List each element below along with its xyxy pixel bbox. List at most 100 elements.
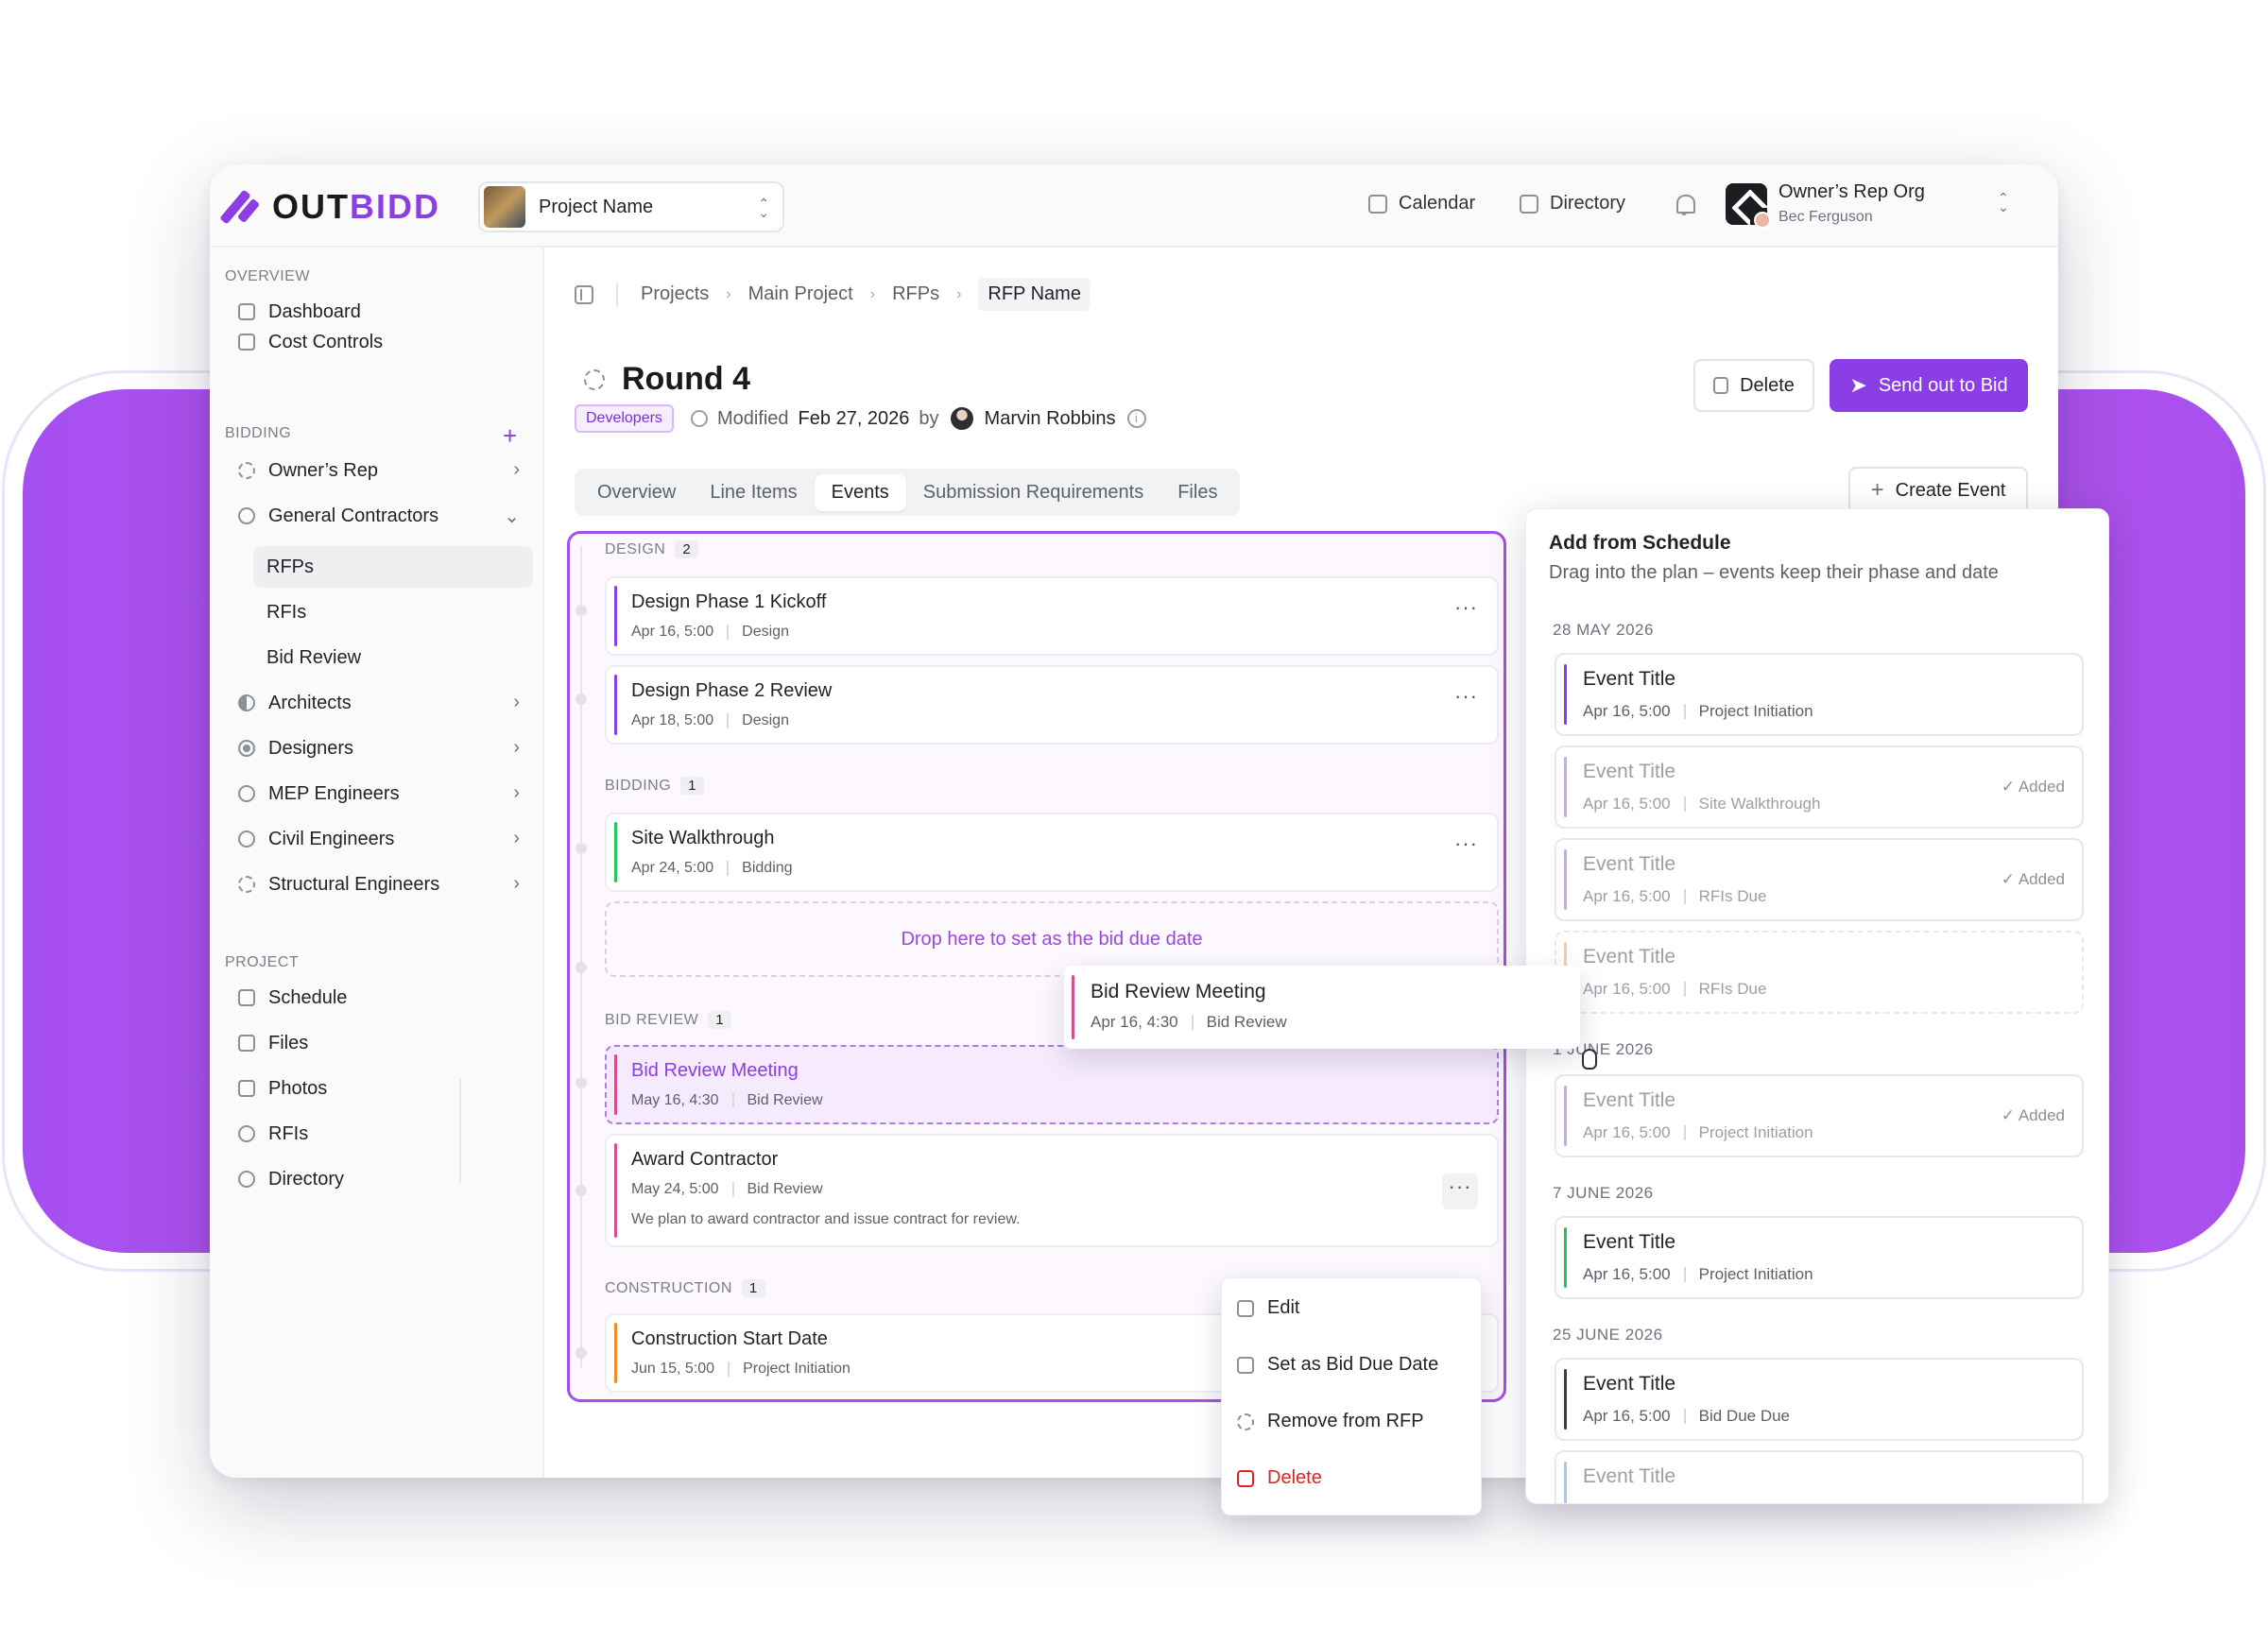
sidebar-item-mep-engineers[interactable]: MEP Engineers › (225, 773, 533, 814)
divider (1683, 796, 1686, 812)
send-out-to-bid-button[interactable]: ➤ Send out to Bid (1830, 359, 2028, 412)
add-icon[interactable]: + (503, 421, 517, 451)
sidebar-item-label: RFPs (266, 556, 314, 577)
context-menu: Edit Set as Bid Due Date Remove from RFP… (1221, 1277, 1482, 1516)
tab-overview[interactable]: Overview (580, 474, 693, 511)
logo[interactable]: OUTBIDD (219, 187, 440, 227)
event-card-award-contractor[interactable]: Award Contractor May 24, 5:00 Bid Review … (605, 1134, 1499, 1247)
event-meta: Jun 15, 5:00 Project Initiation (631, 1361, 850, 1378)
calendar-label: Calendar (1399, 193, 1476, 214)
tab-line-items[interactable]: Line Items (693, 474, 814, 511)
sidebar-item-architects[interactable]: Architects › (225, 682, 533, 724)
delete-button[interactable]: Delete (1693, 359, 1814, 412)
org-switcher[interactable]: Owner’s Rep Org Bec Ferguson (1726, 181, 1925, 229)
menu-label: Delete (1267, 1467, 1322, 1488)
sidebar-item-owners-rep[interactable]: Owner’s Rep › (225, 450, 533, 491)
added-label: Added (2018, 1106, 2065, 1124)
directory-link[interactable]: Directory (1520, 193, 1625, 214)
sidebar-item-general-contractors[interactable]: General Contractors ⌄ (225, 495, 533, 537)
event-meta: Apr 16, 5:00 Project Initiation (1583, 1123, 1813, 1142)
author-name: Marvin Robbins (984, 407, 1116, 429)
user-avatar (1754, 211, 1771, 229)
sidebar-item-rfps[interactable]: RFPs (253, 546, 533, 588)
sidebar-item-photos[interactable]: Photos (225, 1068, 533, 1109)
schedule-event-card[interactable]: Event Title Apr 16, 5:00 Bid Due Due (1555, 1358, 2084, 1441)
more-icon[interactable]: ··· (1442, 1173, 1478, 1209)
event-card-site-walkthrough[interactable]: Site Walkthrough Apr 24, 5:00 Bidding ··· (605, 813, 1499, 892)
menu-item-set-bid-due-date[interactable]: Set as Bid Due Date (1237, 1354, 1438, 1376)
breadcrumb-rfps[interactable]: RFPs (892, 283, 939, 305)
event-date: Apr 16, 5:00 (1583, 1265, 1671, 1283)
panel-title: Add from Schedule (1549, 532, 1731, 554)
section-heading-overview: OVERVIEW (225, 268, 310, 284)
sidebar-item-structural-engineers[interactable]: Structural Engineers › (225, 864, 533, 905)
divider (731, 1093, 734, 1108)
org-avatar (1726, 182, 1771, 229)
more-icon[interactable]: ··· (1454, 684, 1478, 709)
timeline-dot (576, 1347, 587, 1359)
menu-item-edit[interactable]: Edit (1237, 1297, 1299, 1319)
sidebar-item-designers[interactable]: Designers › (225, 728, 533, 769)
sidebar-item-cost-controls[interactable]: Cost Controls (225, 321, 533, 363)
delete-label: Delete (1740, 374, 1795, 396)
schedule-event-card[interactable]: Event Title Apr 16, 5:00 Project Initiati… (1555, 1216, 2084, 1299)
pencil-icon (1237, 1299, 1254, 1317)
file-icon (238, 1035, 255, 1052)
create-event-button[interactable]: + Create Event (1848, 467, 2028, 514)
event-meta: May 16, 4:30 Bid Review (631, 1092, 823, 1109)
event-meta: Apr 18, 5:00 Design (631, 712, 789, 729)
divider (1683, 1267, 1686, 1282)
event-phase: Bid Due Due (1698, 1407, 1791, 1425)
sidebar-item-label: RFIs (266, 601, 307, 623)
sidebar-item-civil-engineers[interactable]: Civil Engineers › (225, 818, 533, 860)
schedule-event-card-added[interactable]: Event Title Apr 16, 5:00 Project Initiati… (1555, 1074, 2084, 1157)
phase-label: BID REVIEW (605, 1011, 699, 1028)
divider (727, 861, 730, 876)
event-card-design-phase-2[interactable]: Design Phase 2 Review Apr 18, 5:00 Design… (605, 665, 1499, 745)
schedule-event-card[interactable]: Event Title (1555, 1450, 2084, 1503)
schedule-event-card-added[interactable]: Event Title Apr 16, 5:00 RFIs Due ✓ Added (1555, 838, 2084, 921)
bell-icon[interactable] (1675, 195, 1695, 215)
tab-events[interactable]: Events (814, 473, 906, 511)
tag-badge[interactable]: Developers (575, 404, 674, 433)
menu-item-delete[interactable]: Delete (1237, 1467, 1322, 1489)
project-selector[interactable]: Project Name ⌃ ⌄ (478, 181, 784, 232)
sidebar-item-label: Files (268, 1032, 309, 1053)
phase-color-bar (614, 1143, 617, 1238)
event-title: Event Title (1583, 1465, 1676, 1487)
tab-submission-requirements[interactable]: Submission Requirements (906, 474, 1160, 511)
schedule-event-card[interactable]: Event Title Apr 16, 5:00 Project Initiati… (1555, 653, 2084, 736)
sidebar-item-bid-review[interactable]: Bid Review (253, 637, 533, 678)
sidebar-item-project-directory[interactable]: Directory (225, 1158, 533, 1200)
tab-files[interactable]: Files (1160, 474, 1234, 511)
calendar-link[interactable]: Calendar (1368, 193, 1475, 214)
schedule-event-card-added[interactable]: Event Title Apr 16, 5:00 Site Walkthrough… (1555, 745, 2084, 829)
info-icon[interactable]: i (1126, 409, 1146, 428)
sidebar-toggle-icon[interactable] (575, 284, 593, 304)
event-date: Apr 16, 5:00 (1583, 702, 1671, 720)
event-phase: Bid Review (1206, 1013, 1287, 1031)
breadcrumb-rfp-name[interactable]: RFP Name (978, 278, 1091, 311)
menu-item-remove-from-rfp[interactable]: Remove from RFP (1237, 1411, 1424, 1432)
breadcrumb-projects[interactable]: Projects (641, 283, 709, 305)
sidebar-item-label: Architects (268, 692, 352, 713)
sidebar-item-project-rfis[interactable]: RFIs (225, 1113, 533, 1155)
minus-circle-icon (238, 785, 255, 802)
sidebar-item-rfis[interactable]: RFIs (253, 591, 533, 633)
create-event-label: Create Event (1895, 479, 2006, 501)
sidebar-item-schedule[interactable]: Schedule (225, 977, 533, 1019)
event-card-design-phase-1[interactable]: Design Phase 1 Kickoff Apr 16, 5:00 Desig… (605, 576, 1499, 656)
logo-mark-icon (219, 189, 261, 225)
dragged-event-ghost[interactable]: Bid Review Meeting Apr 16, 4:30 Bid Revie… (1064, 966, 1580, 1049)
event-card-bid-review-meeting-placeholder[interactable]: Bid Review Meeting May 16, 4:30 Bid Revie… (605, 1045, 1499, 1124)
scrollbar[interactable] (459, 1079, 461, 1183)
schedule-event-card-dragging[interactable]: Event Title Apr 16, 5:00 RFIs Due (1555, 931, 2084, 1014)
more-icon[interactable]: ··· (1454, 595, 1478, 620)
more-icon[interactable]: ··· (1454, 831, 1478, 856)
divider (1683, 982, 1686, 997)
breadcrumb-main-project[interactable]: Main Project (748, 283, 853, 305)
chevron-up-down-icon[interactable]: ⌃ ⌄ (1998, 191, 2009, 214)
section-heading-project: PROJECT (225, 954, 300, 970)
event-title: Event Title (1583, 853, 1676, 875)
sidebar-item-files[interactable]: Files (225, 1022, 533, 1064)
